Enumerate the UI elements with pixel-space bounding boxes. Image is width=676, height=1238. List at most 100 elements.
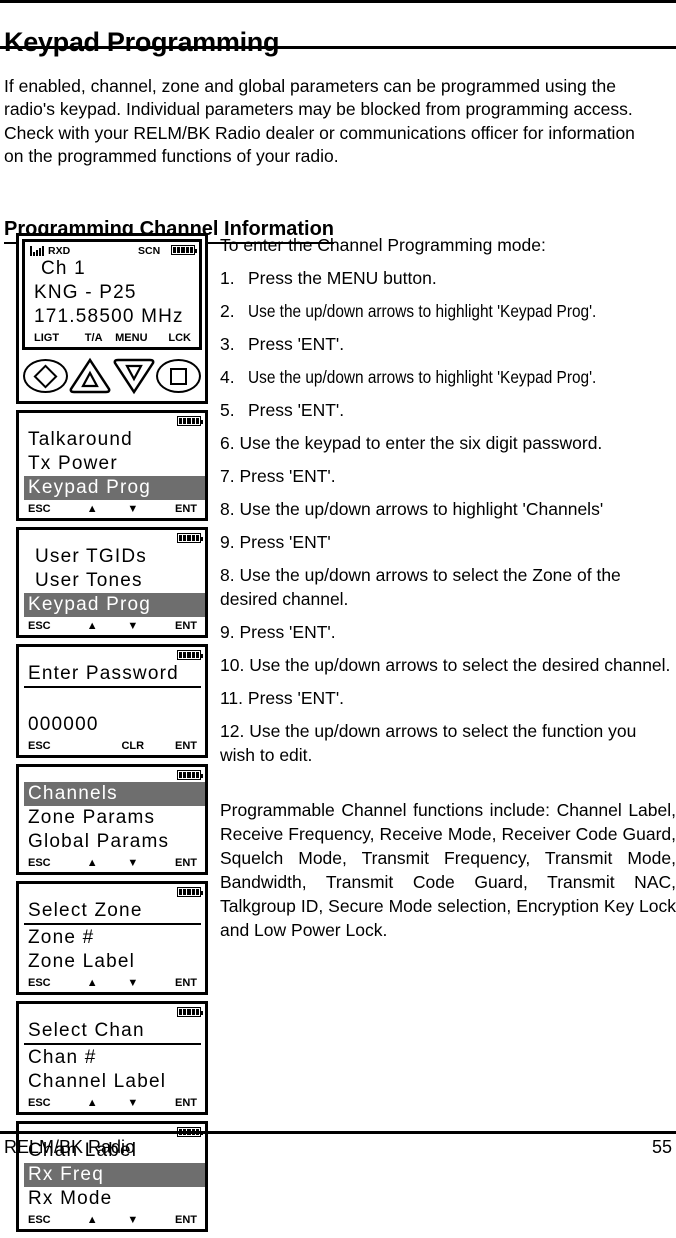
battery-icon (177, 650, 203, 660)
instruction-step: 9. Press 'ENT' (220, 532, 331, 552)
softkey-down[interactable]: ▼ (113, 620, 154, 632)
softkey-esc[interactable]: ESC (26, 857, 72, 869)
lcd-softkey-row: ESC ▲ ▼ ENT (24, 617, 201, 634)
menu-item-zone-label[interactable]: Zone Label (24, 950, 201, 974)
lcd-status-bar (24, 886, 203, 899)
softkey-up[interactable]: ▲ (72, 1097, 113, 1109)
square-icon (170, 367, 187, 385)
menu-item-keypad-prog-selected[interactable]: Keypad Prog (24, 593, 205, 617)
softkey-ent[interactable]: ENT (153, 1214, 199, 1226)
menu-item-talkaround[interactable]: Talkaround (24, 428, 201, 452)
lcd-select-chan: Select Chan Chan # Channel Label ESC ▲ ▼… (19, 1004, 205, 1112)
softkey-up[interactable]: ▲ (72, 620, 113, 632)
softkey-down[interactable]: ▼ (113, 977, 154, 989)
password-value[interactable]: 000000 (24, 713, 201, 737)
instruction-step: 4. Use the up/down arrows to highlight '… (220, 365, 676, 389)
softkey-ent[interactable]: ENT (153, 620, 199, 632)
status-scn-label: SCN (138, 244, 161, 257)
menu-item-user-tones[interactable]: User Tones (24, 569, 201, 593)
menu-item-zone-params[interactable]: Zone Params (24, 806, 201, 830)
softkey-ent[interactable]: ENT (153, 740, 199, 752)
menu-item-keypad-prog-selected[interactable]: Keypad Prog (24, 476, 205, 500)
diamond-button[interactable] (23, 359, 68, 393)
softkey-down[interactable]: ▼ (113, 1214, 154, 1226)
lcd-menu-channels: Channels Zone Params Global Params ESC ▲… (19, 767, 205, 872)
softkey-down[interactable]: ▼ (113, 503, 154, 515)
lcd-softkey-row: ESC ▲ ▼ ENT (24, 854, 201, 871)
softkey-ent[interactable]: ENT (153, 1097, 199, 1109)
softkey-lck[interactable]: LCK (150, 332, 193, 344)
lcd-home: RXD SCN Ch 1 KNG - P25 171.58500 MHz LIG… (25, 242, 199, 347)
diamond-icon (33, 363, 58, 389)
softkey-esc[interactable]: ESC (26, 620, 72, 632)
softkey-esc[interactable]: ESC (26, 740, 72, 752)
softkey-esc[interactable]: ESC (26, 1214, 72, 1226)
title-divider (0, 46, 676, 49)
instructions-column: To enter the Channel Programming mode: 1… (220, 233, 676, 942)
menu-item-user-tgids[interactable]: User TGIDs (24, 545, 201, 569)
lcd-frame: RXD SCN Ch 1 KNG - P25 171.58500 MHz LIG… (22, 239, 202, 350)
page-footer: RELM/BK Radio 55 (0, 1136, 676, 1160)
lcd-line-model: KNG - P25 (34, 282, 137, 303)
step-number: 3. (220, 334, 235, 354)
softkey-clr[interactable]: CLR (113, 740, 154, 752)
triangle-down-icon (113, 358, 155, 395)
step-number: 1. (220, 268, 235, 288)
triangle-up-icon (69, 357, 111, 394)
instruction-step: 1. Press the MENU button. (220, 266, 676, 290)
softkey-esc[interactable]: ESC (26, 503, 72, 515)
step-text: Press the MENU button. (248, 268, 437, 288)
menu-item-rx-mode[interactable]: Rx Mode (24, 1187, 201, 1211)
battery-icon (171, 245, 197, 255)
instruction-step: 7. Press 'ENT'. (220, 466, 336, 486)
step-number: 2. (220, 301, 235, 321)
square-button[interactable] (156, 359, 201, 393)
battery-icon (177, 770, 203, 780)
softkey-down[interactable]: ▼ (113, 857, 154, 869)
softkey-up[interactable]: ▲ (72, 1214, 113, 1226)
softkey-ligt[interactable]: LIGT (32, 332, 75, 344)
menu-item-channels-selected[interactable]: Channels (24, 782, 205, 806)
menu-item-rx-freq-selected[interactable]: Rx Freq (24, 1163, 205, 1187)
up-arrow-button[interactable] (68, 357, 112, 395)
softkey-down[interactable]: ▼ (113, 1097, 154, 1109)
radio-keypad (19, 353, 205, 401)
signal-bars-icon (30, 245, 45, 256)
softkey-esc[interactable]: ESC (26, 1097, 72, 1109)
softkey-up[interactable]: ▲ (72, 977, 113, 989)
menu-item-zone-number[interactable]: Zone # (24, 926, 201, 950)
radio-device-home: RXD SCN Ch 1 KNG - P25 171.58500 MHz LIG… (16, 233, 208, 404)
menu-item-chan-number[interactable]: Chan # (24, 1046, 201, 1070)
softkey-ta[interactable]: T/A (75, 332, 113, 344)
softkey-ent[interactable]: ENT (153, 503, 199, 515)
intro-paragraph: If enabled, channel, zone and global par… (4, 75, 635, 167)
status-rxd-label: RXD (48, 244, 71, 257)
lcd-enter-password: Enter Password 000000 ESC CLR ENT (19, 647, 205, 755)
battery-icon (177, 1007, 203, 1017)
softkey-up[interactable]: ▲ (72, 503, 113, 515)
lcd-line-channel: Ch 1 (41, 258, 86, 279)
softkey-menu[interactable]: MENU (113, 332, 151, 344)
softkey-ent[interactable]: ENT (153, 857, 199, 869)
down-arrow-button[interactable] (112, 357, 156, 395)
menu-item-channel-label[interactable]: Channel Label (24, 1070, 201, 1094)
lcd-status-bar (24, 415, 203, 428)
password-blank-line (24, 689, 201, 713)
instruction-step: 9. Press 'ENT'. (220, 622, 336, 642)
instruction-step: 6. Use the keypad to enter the six digit… (220, 433, 603, 453)
softkey-up[interactable]: ▲ (72, 857, 113, 869)
instruction-step: 11. Press 'ENT'. (220, 688, 345, 708)
battery-icon (177, 416, 203, 426)
softkey-esc[interactable]: ESC (26, 977, 72, 989)
softkey-ent[interactable]: ENT (153, 977, 199, 989)
top-rule (0, 0, 676, 3)
footer-divider (0, 1131, 676, 1134)
menu-item-global-params[interactable]: Global Params (24, 830, 201, 854)
radio-device-menu-user-tgids: User TGIDs User Tones Keypad Prog ESC ▲ … (16, 527, 208, 638)
lcd-menu-talkaround: Talkaround Tx Power Keypad Prog ESC ▲ ▼ … (19, 413, 205, 518)
menu-item-tx-power[interactable]: Tx Power (24, 452, 201, 476)
radio-screens-column: RXD SCN Ch 1 KNG - P25 171.58500 MHz LIG… (16, 233, 208, 1238)
instruction-step: 2. Use the up/down arrows to highlight '… (220, 299, 676, 323)
instruction-step: 3. Press 'ENT'. (220, 332, 676, 356)
password-screen-title: Enter Password (24, 662, 201, 688)
